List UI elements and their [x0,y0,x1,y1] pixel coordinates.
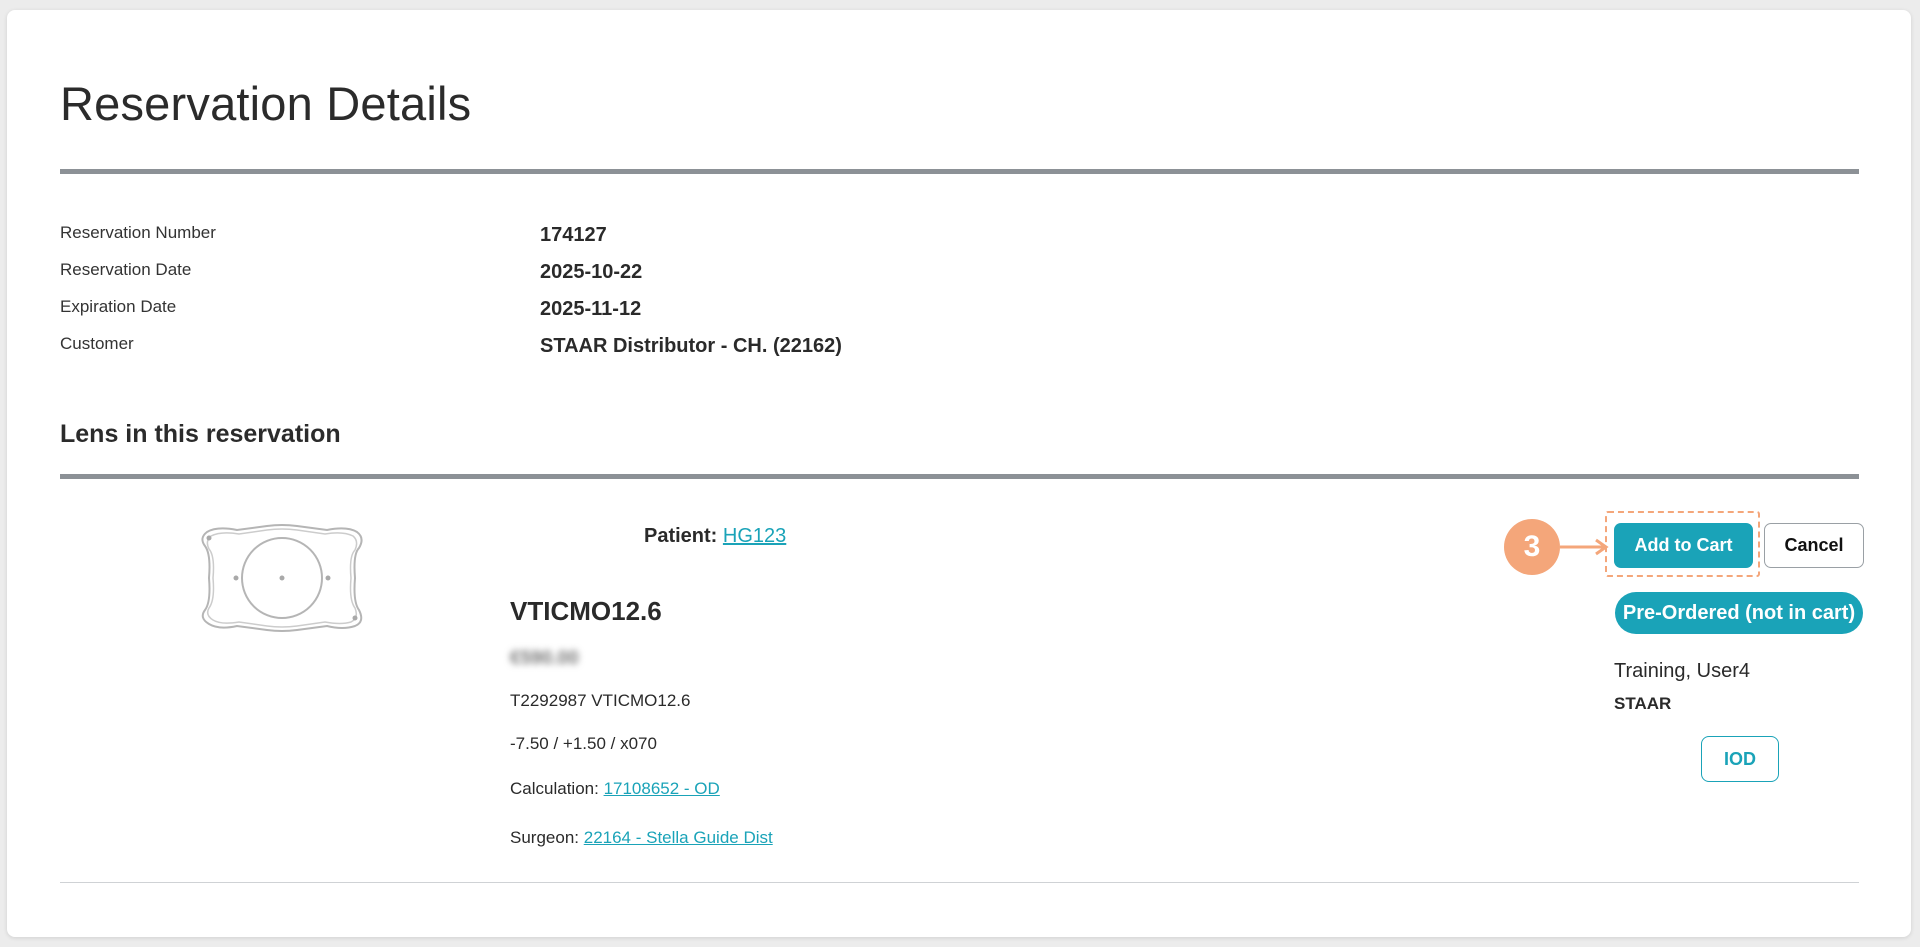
user-organization: STAAR [1614,694,1672,713]
info-row-customer: Customer STAAR Distributor - CH. (22162) [60,334,1560,364]
bottom-divider [60,882,1859,883]
info-label: Customer [60,334,134,353]
info-value: STAAR Distributor - CH. (22162) [540,335,842,357]
status-badge: Pre-Ordered (not in cart) [1615,592,1863,634]
cancel-button[interactable]: Cancel [1764,523,1864,568]
lens-drawing [201,524,363,632]
arrow-right-icon [1560,538,1609,556]
info-label: Reservation Number [60,223,216,242]
add-to-cart-button[interactable]: Add to Cart [1614,523,1753,568]
info-value: 174127 [540,224,607,246]
product-name: VTICMO12.6 [510,596,662,626]
patient-label: Patient: [644,525,718,547]
info-label: Reservation Date [60,260,192,279]
iod-button[interactable]: IOD [1701,736,1779,782]
user-name: Training, User4 [1614,660,1750,682]
page-title: Reservation Details [60,77,472,130]
reservation-card: Reservation Details Reservation Number 1… [7,10,1911,937]
info-row-expiration-date: Expiration Date 2025-11-12 [60,297,1560,327]
section-divider [60,474,1859,479]
surgeon-link[interactable]: 22164 - Stella Guide Dist [584,828,773,847]
calculation-label: Calculation: [510,779,599,798]
title-divider [60,169,1859,174]
step-callout-badge: 3 [1504,519,1560,575]
info-value: 2025-10-22 [540,261,643,283]
surgeon-label: Surgeon: [510,828,579,847]
patient-line: Patient: HG123 [644,525,786,548]
price-blurred: €590.00 [510,648,579,669]
surgeon-line: Surgeon: 22164 - Stella Guide Dist [510,828,773,848]
lens-image-icon [197,524,367,632]
info-label: Expiration Date [60,297,177,316]
lens-power: -7.50 / +1.50 / x070 [510,734,657,753]
section-title-lens: Lens in this reservation [60,420,341,448]
patient-link[interactable]: HG123 [723,525,786,547]
calculation-link[interactable]: 17108652 - OD [604,779,720,798]
info-row-reservation-number: Reservation Number 174127 [60,223,1560,253]
calculation-line: Calculation: 17108652 - OD [510,779,720,799]
info-row-reservation-date: Reservation Date 2025-10-22 [60,260,1560,290]
serial-number: T2292987 VTICMO12.6 [510,691,691,710]
info-value: 2025-11-12 [540,298,642,320]
